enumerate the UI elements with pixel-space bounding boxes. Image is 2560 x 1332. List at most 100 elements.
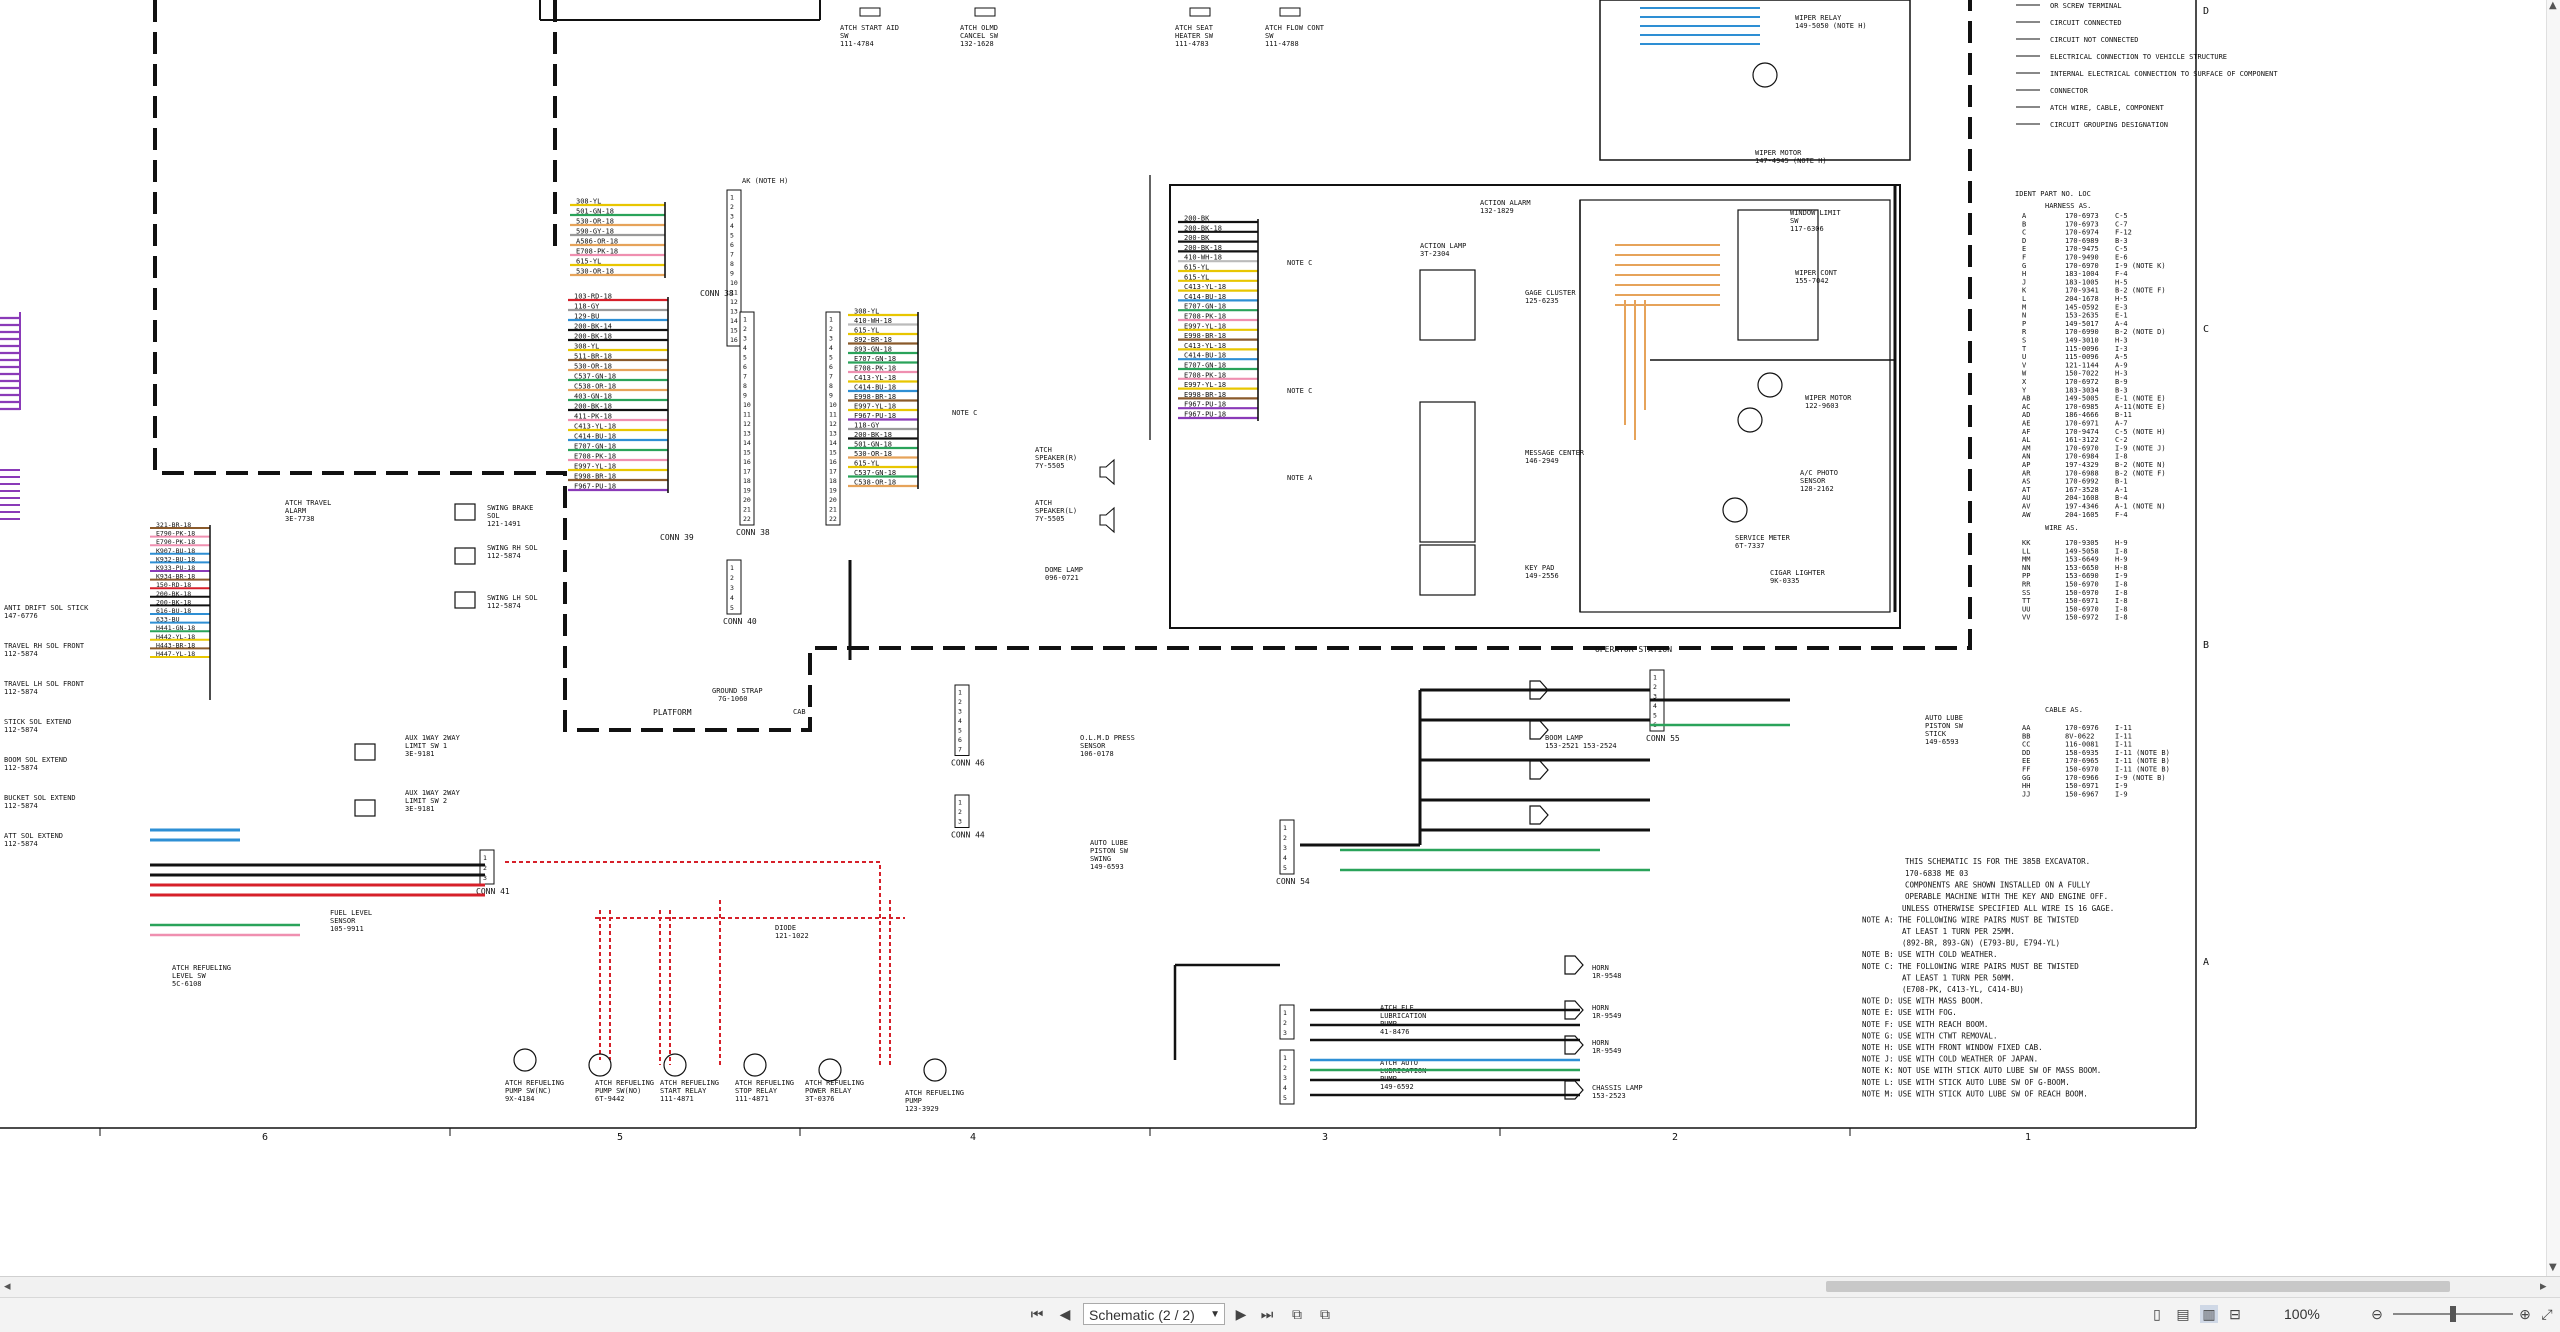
prev-page-icon[interactable]: ◀ (1056, 1305, 1074, 1323)
component-label: SPEAKER(R) (1035, 454, 1077, 462)
side-component-label: TRAVEL LH SOL FRONT (4, 680, 85, 688)
swing-wire-label: H447-YL-18 (156, 650, 195, 658)
single-page-view-icon[interactable]: ▯ (2148, 1305, 2166, 1323)
zoom-level[interactable]: 100% (2284, 1306, 2320, 1322)
main-harness-bundle-wire-label: 530-OR-18 (574, 363, 612, 371)
component-label: 149-2556 (1525, 572, 1559, 580)
component-label: 9X-4184 (505, 1095, 535, 1103)
center-harness-bundle-wire-label: 200-BK (1184, 215, 1210, 223)
conn38-plug-pin: 12 (730, 298, 738, 306)
ak-note-h-label: AK (NOTE H) (742, 177, 788, 185)
switch-symbol (1279, 7, 1301, 17)
component-label: 111-4783 (1175, 40, 1209, 48)
last-page-icon[interactable]: ⏭ (1258, 1305, 1276, 1323)
switch-symbol (1189, 7, 1211, 17)
conn38-block-pin: 7 (743, 373, 747, 381)
harness-part-no: 170-6970 (2065, 262, 2099, 270)
grid-row-label: B (2203, 640, 2209, 651)
scroll-up-arrow[interactable]: ▲ (2549, 0, 2557, 11)
motor-symbol (1722, 497, 1748, 523)
cable-ident: AA (2022, 724, 2031, 732)
conn39-bundle-wire-label: 893-GN-18 (854, 346, 892, 354)
horizontal-scrollbar[interactable]: ◂ ▸ (0, 1276, 2560, 1297)
harness-part-no: 115-0096 (2065, 353, 2099, 361)
notes-line: NOTE E: USE WITH FOG. (1862, 1008, 1957, 1017)
split-view-icon[interactable]: ⊟ (2226, 1305, 2244, 1323)
harness-part-no: 170-6971 (2065, 420, 2099, 428)
side-component-label: ANTI DRIFT SOL STICK (4, 604, 89, 612)
conn38-label: CONN 38 (700, 289, 734, 298)
main-harness-bundle-wire-label: 411-PK-18 (574, 413, 612, 421)
scroll-thumb[interactable] (1826, 1281, 2450, 1292)
copy-page-icon[interactable]: ⧉ (1288, 1305, 1306, 1323)
component-label: AUTO LUBE (1090, 839, 1128, 847)
wire-ident: RR (2022, 581, 2031, 589)
conn38-block-pin: 5 (743, 354, 747, 362)
lamp-symbol (1564, 955, 1584, 975)
lamp-symbol (1529, 805, 1549, 825)
component-label: SW (1790, 217, 1799, 225)
conn38-block-pin: 19 (743, 487, 751, 495)
wire-loc: I-8 (2115, 597, 2128, 605)
conn44-block-pin: 2 (958, 808, 962, 816)
component-label: 121-1491 (487, 520, 521, 528)
component-label: START RELAY (660, 1087, 707, 1095)
continuous-view-icon[interactable]: ▤ (2174, 1305, 2192, 1323)
harness-part-no: 183-1005 (2065, 278, 2099, 286)
conn39-block-pin: 22 (829, 515, 837, 523)
harness-part-no: 170-6973 (2065, 212, 2099, 220)
component-label: SW (840, 32, 849, 40)
component-label: POWER RELAY (805, 1087, 852, 1095)
cable-part-no: 150-6971 (2065, 782, 2099, 790)
conn39-bundle-wire-label: E708-PK-18 (854, 365, 896, 373)
harness-loc: B-9 (2115, 378, 2128, 386)
component-label: ATCH REFUELING (172, 964, 231, 972)
component-label: AUX 1WAY 2WAY (405, 734, 461, 742)
first-page-icon[interactable]: ⏮ (1028, 1305, 1046, 1323)
scroll-left-arrow[interactable]: ◂ (4, 1279, 11, 1294)
harness-loc: I-9 (NOTE K) (2115, 262, 2166, 270)
lube-conn-block-pin: 3 (1283, 1074, 1287, 1082)
vertical-scrollbar[interactable]: ▲ ▼ (2546, 0, 2560, 1276)
conn40-block-pin: 3 (730, 584, 734, 592)
component-label: 111-4784 (840, 40, 874, 48)
main-harness-bundle-wire-label: E708-PK-18 (574, 453, 616, 461)
cable-part-no: 150-6970 (2065, 766, 2099, 774)
notes-line: (892-BR, 893-GN) (E793-BU, E794-YL) (1902, 939, 2060, 948)
zoom-slider-handle[interactable] (2450, 1306, 2456, 1322)
legend-item: OR SCREW TERMINAL (2050, 2, 2122, 10)
notes-line: OPERABLE MACHINE WITH THE KEY AND ENGINE… (1905, 892, 2108, 901)
conn40-block-pin: 2 (730, 574, 734, 582)
scroll-right-arrow[interactable]: ▸ (2540, 1279, 2547, 1294)
scroll-down-arrow[interactable]: ▼ (2549, 1262, 2557, 1273)
cable-loc: I-11 (NOTE B) (2115, 766, 2170, 774)
conn39-block-pin: 17 (829, 468, 837, 476)
component-label: STOP RELAY (735, 1087, 778, 1095)
component-label: ATCH TRAVEL (285, 499, 331, 507)
zoom-out-icon[interactable]: ⊖ (2368, 1305, 2386, 1323)
side-component-label: BOOM SOL EXTEND (4, 756, 67, 764)
zoom-in-icon[interactable]: ⊕ (2516, 1305, 2534, 1323)
harness-ident: AC (2022, 403, 2030, 411)
harness-loc: C-5 (NOTE H) (2115, 428, 2166, 436)
conn46-block-pin: 1 (958, 689, 962, 697)
harness-loc: B-2 (NOTE D) (2115, 328, 2166, 336)
schematic-canvas[interactable]: 308-YL 501-GN-18 530-OR-18 590-GY-18 A586-OR… (0, 0, 2560, 1276)
fullscreen-icon[interactable]: ⤢ (2538, 1305, 2556, 1323)
component-label: ATCH REFUELING (505, 1079, 564, 1087)
harness-part-no: 197-4346 (2065, 503, 2099, 511)
relay-symbol (743, 1053, 767, 1077)
wiring-schematic: 308-YL501-GN-18530-OR-18590-GY-18A586-OR… (0, 0, 2278, 1143)
component-label: AUX 1WAY 2WAY (405, 789, 461, 797)
legend-item: CIRCUIT NOT CONNECTED (2050, 36, 2139, 44)
conn39-bundle-wire-label: C414-BU-18 (854, 384, 896, 392)
paste-page-icon[interactable]: ⧉ (1316, 1305, 1334, 1323)
page-select[interactable]: Schematic (2 / 2) ▼ (1083, 1303, 1225, 1325)
conn39-bundle-wire-label: 118-GY (854, 422, 880, 430)
next-page-icon[interactable]: ▶ (1232, 1305, 1250, 1323)
harness-ident: K (2022, 287, 2027, 295)
harness-part-no: 204-1605 (2065, 511, 2099, 519)
component-label: SENSOR (330, 917, 356, 925)
conn39-block-pin: 6 (829, 363, 833, 371)
two-page-view-icon[interactable]: ▥ (2200, 1305, 2218, 1323)
